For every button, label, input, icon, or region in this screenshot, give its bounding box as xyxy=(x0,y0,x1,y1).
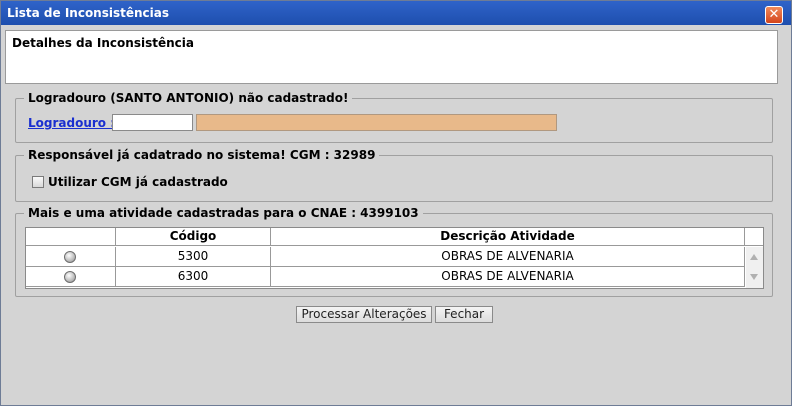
logradouro-code-input[interactable] xyxy=(112,114,193,131)
table-scrollbar[interactable] xyxy=(746,247,763,288)
descricao-cell: OBRAS DE ALVENARIA xyxy=(271,247,745,266)
codigo-cell: 6300 xyxy=(116,267,271,286)
table-header: Código Descrição Atividade xyxy=(26,228,763,246)
table-row[interactable]: 5300 OBRAS DE ALVENARIA xyxy=(26,247,745,267)
cgm-group: Responsável já cadatrado no sistema! CGM… xyxy=(15,148,773,202)
cgm-legend: Responsável já cadatrado no sistema! CGM… xyxy=(24,148,380,162)
atividade-table: Código Descrição Atividade 5300 OBRAS DE… xyxy=(25,227,764,289)
use-cgm-checkbox[interactable] xyxy=(32,176,44,188)
logradouro-group: Logradouro (SANTO ANTONIO) não cadastrad… xyxy=(15,91,773,143)
logradouro-link[interactable]: Logradouro : xyxy=(28,116,115,130)
row-select-radio[interactable] xyxy=(64,271,76,283)
inconsistency-dialog: Lista de Inconsistências ✕ Detalhes da I… xyxy=(0,0,792,406)
codigo-cell: 5300 xyxy=(116,247,271,266)
atividade-legend: Mais e uma atividade cadastradas para o … xyxy=(24,206,423,220)
details-title: Detalhes da Inconsistência xyxy=(12,36,194,50)
logradouro-legend: Logradouro (SANTO ANTONIO) não cadastrad… xyxy=(24,91,353,105)
atividade-group: Mais e uma atividade cadastradas para o … xyxy=(15,206,773,297)
close-button[interactable]: Fechar xyxy=(435,306,493,323)
use-cgm-label[interactable]: Utilizar CGM já cadastrado xyxy=(48,175,228,189)
process-changes-button[interactable]: Processar Alterações xyxy=(296,306,432,323)
column-header-codigo: Código xyxy=(116,228,271,245)
column-header-descricao: Descrição Atividade xyxy=(271,228,745,245)
row-select-radio[interactable] xyxy=(64,251,76,263)
scroll-up-icon[interactable] xyxy=(750,254,758,260)
logradouro-name-field xyxy=(196,114,557,131)
details-panel: Detalhes da Inconsistência xyxy=(5,30,778,84)
scroll-down-icon[interactable] xyxy=(750,274,758,280)
descricao-cell: OBRAS DE ALVENARIA xyxy=(271,267,745,286)
title-bar[interactable]: Lista de Inconsistências ✕ xyxy=(1,1,791,25)
window-title: Lista de Inconsistências xyxy=(7,6,170,20)
column-header-select xyxy=(26,228,116,245)
table-row[interactable]: 6300 OBRAS DE ALVENARIA xyxy=(26,267,745,287)
close-icon[interactable]: ✕ xyxy=(765,6,783,24)
